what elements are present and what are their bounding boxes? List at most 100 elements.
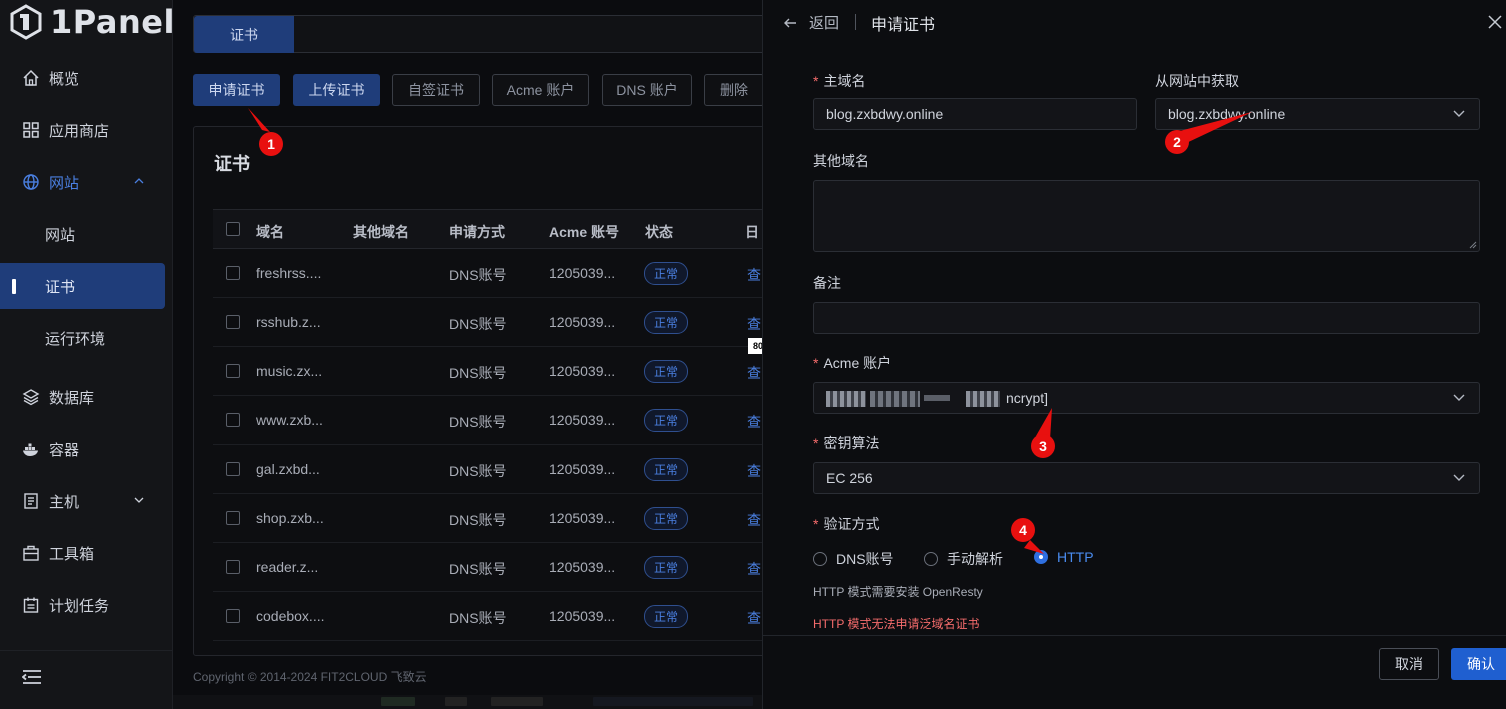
row-checkbox[interactable] xyxy=(226,364,240,378)
sidebar-item-label: 数据库 xyxy=(49,389,95,407)
sidebar-subitem-runtime[interactable]: 运行环境 xyxy=(0,315,165,361)
column-header-domain: 域名 xyxy=(256,224,284,240)
view-log-link[interactable]: 查 xyxy=(747,461,761,481)
sidebar-item-cron[interactable]: 计划任务 xyxy=(0,582,173,628)
view-log-link[interactable]: 查 xyxy=(747,412,761,432)
cell-acme: 1205039... xyxy=(549,461,616,477)
primary-domain-label: * 主域名 xyxy=(813,73,866,89)
menu-collapse-icon[interactable] xyxy=(22,668,42,686)
upload-certificate-button[interactable]: 上传证书 xyxy=(293,74,380,106)
from-site-select[interactable]: blog.zxbdwy.online xyxy=(1155,98,1480,130)
server-icon xyxy=(22,492,40,510)
cell-acme: 1205039... xyxy=(549,559,616,575)
certificate-card: 证书 域名 其他域名 申请方式 Acme 账号 状态 日 freshrss...… xyxy=(193,126,773,656)
drawer-footer: 取消 确认 xyxy=(763,635,1506,709)
chevron-down-icon xyxy=(1453,394,1465,401)
back-button[interactable]: 返回 xyxy=(783,12,839,33)
key-algorithm-value: EC 256 xyxy=(826,470,873,486)
sidebar-bottom xyxy=(0,650,173,709)
sidebar-item-container[interactable]: 容器 xyxy=(0,426,173,472)
table-row[interactable]: reader.z... DNS账号 1205039... 正常 查 xyxy=(213,543,773,592)
sidebar-item-label: 概览 xyxy=(49,70,80,88)
other-domains-textarea[interactable] xyxy=(813,180,1480,252)
view-log-link[interactable]: 查 xyxy=(747,559,761,579)
acme-account-button[interactable]: Acme 账户 xyxy=(492,74,589,106)
view-log-link[interactable]: 查 xyxy=(747,608,761,628)
sidebar-item-app-store[interactable]: 应用商店 xyxy=(0,107,173,153)
cell-domain: shop.zxb... xyxy=(256,510,324,526)
table-row[interactable]: gal.zxbd... DNS账号 1205039... 正常 查 xyxy=(213,445,773,494)
chevron-down-icon xyxy=(134,497,144,503)
cell-domain: freshrss.... xyxy=(256,265,322,281)
cell-domain: reader.z... xyxy=(256,559,319,575)
header-divider xyxy=(855,14,856,30)
sidebar-item-label: 容器 xyxy=(49,441,80,459)
remark-label: 备注 xyxy=(813,275,841,291)
cell-method: DNS账号 xyxy=(449,463,507,479)
sidebar-item-label: 应用商店 xyxy=(49,122,110,140)
chevron-up-icon xyxy=(134,178,144,184)
primary-domain-input[interactable]: blog.zxbdwy.online xyxy=(813,98,1137,130)
delete-button[interactable]: 删除 xyxy=(704,74,764,106)
sidebar-subitem-certificate[interactable]: 证书 xyxy=(0,263,165,309)
row-checkbox[interactable] xyxy=(226,413,240,427)
drawer-title: 申请证书 xyxy=(871,17,936,34)
sidebar-item-label: 工具箱 xyxy=(49,545,95,563)
view-log-link[interactable]: 查 xyxy=(747,510,761,530)
row-checkbox[interactable] xyxy=(226,266,240,280)
radio-manual[interactable]: 手动解析 xyxy=(924,549,1003,569)
tab-bar: 证书 xyxy=(193,15,773,53)
resize-handle-icon[interactable] xyxy=(1467,239,1477,249)
radio-circle xyxy=(924,552,938,566)
row-checkbox[interactable] xyxy=(226,462,240,476)
row-checkbox[interactable] xyxy=(226,609,240,623)
radio-dns-account[interactable]: DNS账号 xyxy=(813,549,894,569)
view-log-link[interactable]: 查 xyxy=(747,363,761,383)
grid-icon xyxy=(22,121,40,139)
sidebar-item-toolbox[interactable]: 工具箱 xyxy=(0,530,173,576)
remark-input[interactable] xyxy=(813,302,1480,334)
radio-http[interactable]: HTTP xyxy=(1034,549,1094,565)
apply-certificate-button[interactable]: 申请证书 xyxy=(193,74,280,106)
globe-icon xyxy=(22,173,40,191)
dns-account-button[interactable]: DNS 账户 xyxy=(602,74,692,106)
from-site-value: blog.zxbdwy.online xyxy=(1168,106,1286,122)
row-checkbox[interactable] xyxy=(226,560,240,574)
table-row[interactable]: freshrss.... DNS账号 1205039... 正常 查 xyxy=(213,249,773,298)
layers-icon xyxy=(22,388,40,406)
sidebar-item-overview[interactable]: 概览 xyxy=(0,55,173,101)
table-row[interactable]: www.zxb... DNS账号 1205039... 正常 查 xyxy=(213,396,773,445)
tab-certificate[interactable]: 证书 xyxy=(194,16,294,53)
drawer-header: 返回 申请证书 xyxy=(763,0,1506,44)
select-all-checkbox[interactable] xyxy=(226,222,240,236)
sidebar: 1Panel 概览 应用商店 网站 网站 证书 运行环境 数据库 容器 主机 工… xyxy=(0,0,175,709)
calendar-icon xyxy=(22,596,40,614)
apply-certificate-drawer: 返回 申请证书 * 主域名 blog.zxbdwy.online 从网站中获取 b… xyxy=(762,0,1506,709)
sidebar-item-label: 主机 xyxy=(49,493,80,511)
logo[interactable]: 1Panel xyxy=(8,3,175,41)
sidebar-subitem-website[interactable]: 网站 xyxy=(0,211,165,257)
view-log-link[interactable]: 查 xyxy=(747,265,761,285)
sidebar-item-database[interactable]: 数据库 xyxy=(0,374,173,420)
close-icon[interactable] xyxy=(1487,14,1503,30)
key-algorithm-select[interactable]: EC 256 xyxy=(813,462,1480,494)
row-checkbox[interactable] xyxy=(226,511,240,525)
docker-icon xyxy=(22,440,40,458)
annotation-marker-3: 3 xyxy=(1031,434,1055,458)
table-row[interactable]: codebox.... DNS账号 1205039... 正常 查 xyxy=(213,592,773,641)
table-row[interactable]: shop.zxb... DNS账号 1205039... 正常 查 xyxy=(213,494,773,543)
table-row[interactable]: music.zx... DNS账号 1205039... 正常 查 xyxy=(213,347,773,396)
cancel-button[interactable]: 取消 xyxy=(1379,648,1439,680)
annotation-marker-4: 4 xyxy=(1011,518,1035,542)
column-header-acme: Acme 账号 xyxy=(549,224,620,240)
view-log-link[interactable]: 查 xyxy=(747,314,761,334)
table-row[interactable]: rsshub.z... DNS账号 1205039... 正常 查 xyxy=(213,298,773,347)
sidebar-item-host[interactable]: 主机 xyxy=(0,478,173,524)
sidebar-subitem-label: 运行环境 xyxy=(45,330,106,348)
acme-account-select[interactable]: ncrypt] xyxy=(813,382,1480,414)
confirm-button[interactable]: 确认 xyxy=(1451,648,1506,680)
annotation-marker-1: 1 xyxy=(259,132,283,156)
self-signed-certificate-button[interactable]: 自签证书 xyxy=(392,74,480,106)
row-checkbox[interactable] xyxy=(226,315,240,329)
sidebar-item-website[interactable]: 网站 xyxy=(0,159,173,205)
